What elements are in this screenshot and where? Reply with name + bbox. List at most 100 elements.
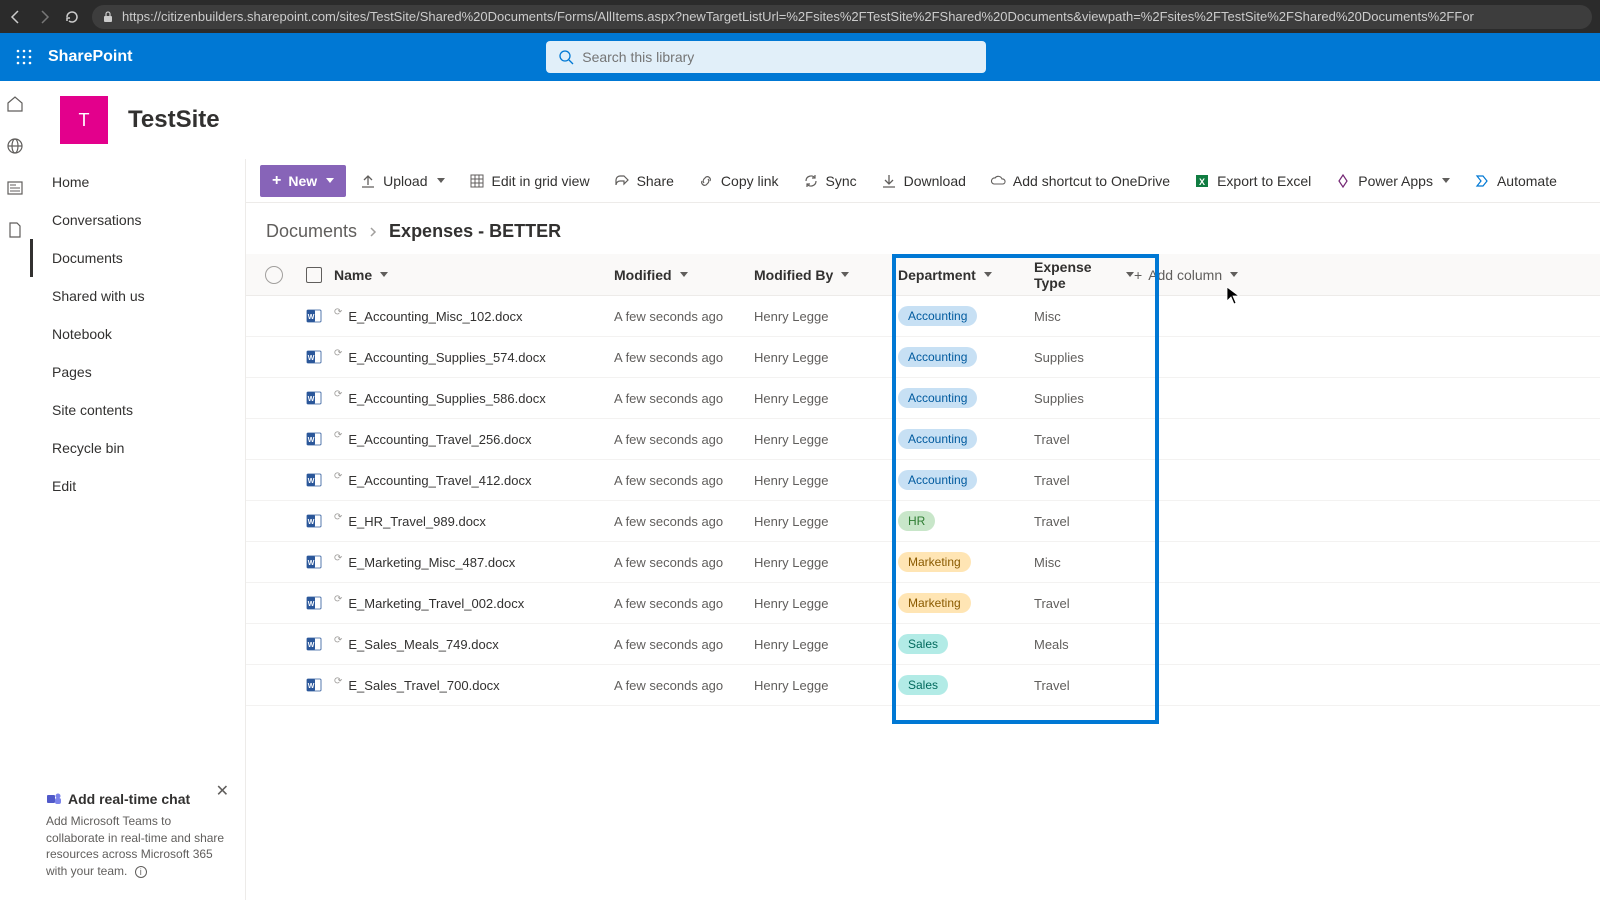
file-name[interactable]: E_Accounting_Travel_412.docx xyxy=(348,473,531,488)
table-row[interactable]: W⟳E_Accounting_Travel_256.docxA few seco… xyxy=(246,419,1600,460)
table-row[interactable]: W ⟳ E_Accounting_Supplies_586.docx A few se… xyxy=(246,378,1600,419)
cell-modified-by[interactable]: Henry Legge xyxy=(754,473,884,488)
file-name[interactable]: E_Accounting_Supplies_574.docx xyxy=(348,350,545,365)
file-name[interactable]: E_Marketing_Misc_487.docx xyxy=(348,555,515,570)
app-launcher-button[interactable] xyxy=(0,33,48,81)
table-row[interactable]: W⟳E_Sales_Travel_700.docxA few seconds a… xyxy=(246,665,1600,706)
column-header-department[interactable]: Department xyxy=(884,267,1034,283)
column-header-modified[interactable]: Modified xyxy=(614,267,754,283)
site-logo[interactable]: T xyxy=(60,96,108,144)
file-name[interactable]: E_Accounting_Misc_102.docx xyxy=(348,309,522,324)
copy-link-button[interactable]: Copy link xyxy=(688,167,789,195)
browser-back-button[interactable] xyxy=(8,9,24,25)
search-input[interactable] xyxy=(582,49,974,65)
column-header-expense-type[interactable]: Expense Type xyxy=(1034,259,1134,291)
left-app-rail xyxy=(0,81,30,900)
table-row[interactable]: W⟳E_Marketing_Travel_002.docxA few secon… xyxy=(246,583,1600,624)
news-icon[interactable] xyxy=(6,179,24,197)
file-name[interactable]: E_Marketing_Travel_002.docx xyxy=(348,596,524,611)
close-icon[interactable]: ✕ xyxy=(216,781,229,801)
sync-status-icon: ⟳ xyxy=(334,430,342,441)
nav-item-recycle-bin[interactable]: Recycle bin xyxy=(30,429,245,467)
department-pill: Marketing xyxy=(898,552,971,572)
nav-item-shared-with-us[interactable]: Shared with us xyxy=(30,277,245,315)
download-button[interactable]: Download xyxy=(871,167,976,195)
share-button[interactable]: Share xyxy=(604,167,684,195)
sync-button[interactable]: Sync xyxy=(793,167,867,195)
site-name[interactable]: TestSite xyxy=(128,106,220,134)
table-row[interactable]: W⟳E_Accounting_Supplies_574.docxA few se… xyxy=(246,337,1600,378)
product-name[interactable]: SharePoint xyxy=(48,48,132,66)
file-type-column-icon[interactable] xyxy=(306,267,322,283)
table-row[interactable]: W⟳E_Accounting_Misc_102.docxA few second… xyxy=(246,296,1600,337)
column-header-modified-by[interactable]: Modified By xyxy=(754,267,884,283)
browser-url-bar[interactable]: https://citizenbuilders.sharepoint.com/s… xyxy=(92,5,1592,29)
add-column-button[interactable]: +Add column xyxy=(1134,267,1274,283)
waffle-icon xyxy=(16,49,32,65)
cell-modified-by[interactable]: Henry Legge xyxy=(754,432,884,447)
table-row[interactable]: W⟳E_Marketing_Misc_487.docxA few seconds… xyxy=(246,542,1600,583)
file-name[interactable]: E_Accounting_Travel_256.docx xyxy=(348,432,531,447)
cell-modified-by[interactable]: Henry Legge xyxy=(754,596,884,611)
file-name[interactable]: E_Accounting_Supplies_586.docx xyxy=(348,391,545,406)
globe-icon[interactable] xyxy=(6,137,24,155)
table-row[interactable]: W⟳E_Sales_Meals_749.docxA few seconds ag… xyxy=(246,624,1600,665)
browser-reload-button[interactable] xyxy=(64,9,80,25)
sync-status-icon: ⟳ xyxy=(334,471,342,482)
cell-modified-by[interactable]: Henry Legge xyxy=(754,678,884,693)
file-name[interactable]: E_HR_Travel_989.docx xyxy=(348,514,486,529)
word-file-icon: W xyxy=(306,390,322,406)
search-box[interactable] xyxy=(546,41,986,73)
nav-item-home[interactable]: Home xyxy=(30,163,245,201)
cell-modified-by[interactable]: Henry Legge xyxy=(754,350,884,365)
upload-button[interactable]: Upload xyxy=(350,167,454,195)
cell-expense-type: Supplies xyxy=(1034,350,1134,365)
power-apps-button[interactable]: Power Apps xyxy=(1325,167,1460,195)
sync-icon xyxy=(803,173,819,189)
word-file-icon: W xyxy=(306,308,322,324)
breadcrumb-current: Expenses - BETTER xyxy=(389,221,561,242)
table-header-row: Name Modified Modified By Department Exp… xyxy=(246,254,1600,296)
chevron-down-icon xyxy=(380,272,388,277)
info-icon[interactable]: i xyxy=(135,866,147,878)
cell-modified-by[interactable]: Henry Legge xyxy=(754,637,884,652)
table-row[interactable]: W⟳E_HR_Travel_989.docxA few seconds agoH… xyxy=(246,501,1600,542)
sync-status-icon: ⟳ xyxy=(334,389,342,400)
department-pill: Marketing xyxy=(898,593,971,613)
breadcrumb-root[interactable]: Documents xyxy=(266,221,357,242)
cell-modified: A few seconds ago xyxy=(614,391,754,406)
nav-item-conversations[interactable]: Conversations xyxy=(30,201,245,239)
nav-item-documents[interactable]: Documents xyxy=(30,239,245,277)
teams-icon xyxy=(46,791,62,807)
browser-forward-button[interactable] xyxy=(36,9,52,25)
edit-grid-button[interactable]: Edit in grid view xyxy=(459,167,600,195)
cell-modified-by[interactable]: Henry Legge xyxy=(754,309,884,324)
cell-modified: A few seconds ago xyxy=(614,678,754,693)
nav-item-edit[interactable]: Edit xyxy=(30,467,245,505)
word-file-icon: W xyxy=(306,595,322,611)
export-excel-button[interactable]: X Export to Excel xyxy=(1184,167,1321,195)
nav-item-notebook[interactable]: Notebook xyxy=(30,315,245,353)
cell-modified-by[interactable]: Henry Legge xyxy=(754,391,884,406)
cell-expense-type: Travel xyxy=(1034,596,1134,611)
new-button[interactable]: + New xyxy=(260,165,346,197)
nav-item-pages[interactable]: Pages xyxy=(30,353,245,391)
chevron-down-icon xyxy=(841,272,849,277)
column-header-name[interactable]: Name xyxy=(334,267,614,283)
cell-modified: A few seconds ago xyxy=(614,555,754,570)
cell-modified-by[interactable]: Henry Legge xyxy=(754,514,884,529)
add-onedrive-shortcut-button[interactable]: Add shortcut to OneDrive xyxy=(980,167,1180,195)
select-all-toggle[interactable] xyxy=(265,266,283,284)
file-name[interactable]: E_Sales_Meals_749.docx xyxy=(348,637,498,652)
search-icon xyxy=(558,49,574,65)
files-icon[interactable] xyxy=(6,221,24,239)
chevron-down-icon xyxy=(1442,178,1450,183)
automate-button[interactable]: Automate xyxy=(1464,167,1567,195)
nav-item-site-contents[interactable]: Site contents xyxy=(30,391,245,429)
home-icon[interactable] xyxy=(6,95,24,113)
svg-text:W: W xyxy=(308,683,315,690)
cell-modified-by[interactable]: Henry Legge xyxy=(754,555,884,570)
table-row[interactable]: W⟳E_Accounting_Travel_412.docxA few seco… xyxy=(246,460,1600,501)
svg-text:W: W xyxy=(308,314,315,321)
file-name[interactable]: E_Sales_Travel_700.docx xyxy=(348,678,499,693)
